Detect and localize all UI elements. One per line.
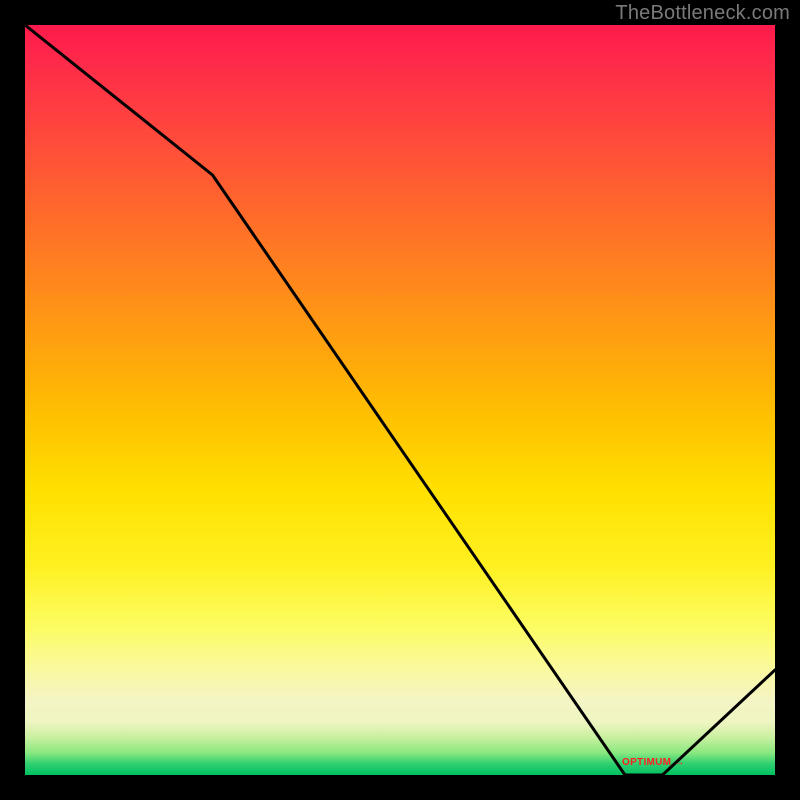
bottleneck-curve bbox=[25, 25, 775, 775]
chart-frame: OPTIMUM → TheBottleneck.com bbox=[0, 0, 800, 800]
watermark-text: TheBottleneck.com bbox=[615, 2, 790, 25]
plot-area: OPTIMUM → bbox=[25, 25, 775, 775]
optimum-label: OPTIMUM → bbox=[622, 757, 685, 768]
